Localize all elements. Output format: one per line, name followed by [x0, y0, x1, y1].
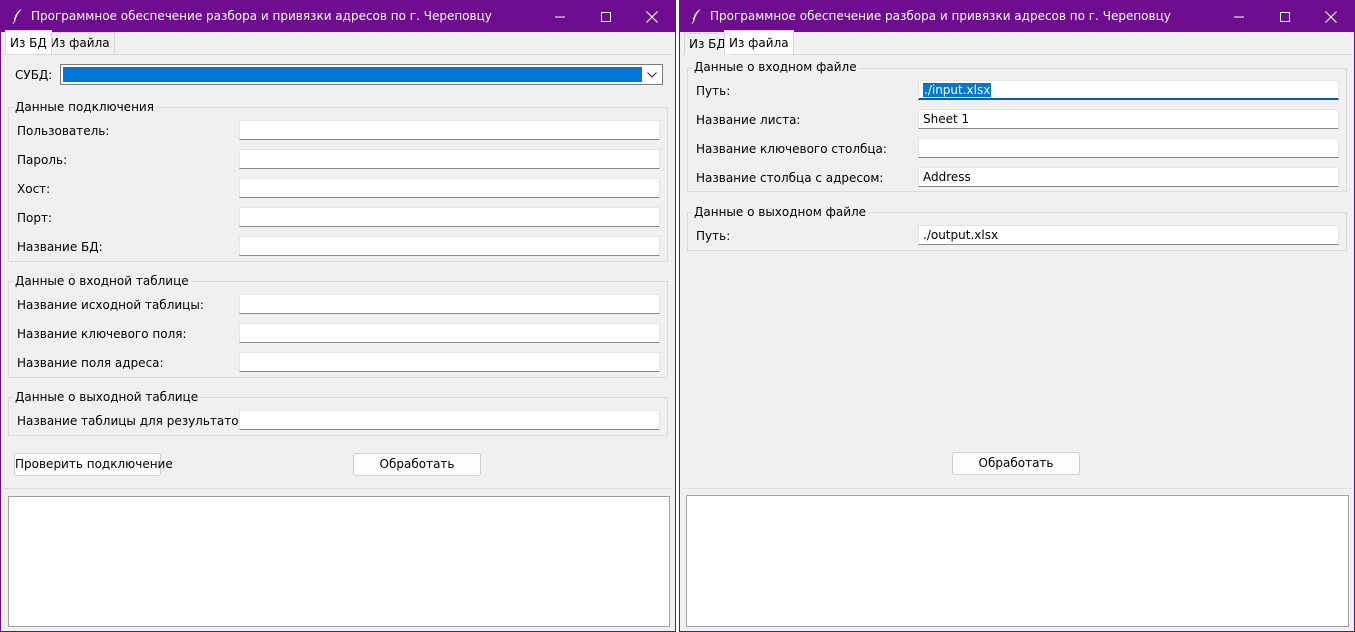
input-path-label: Путь: [696, 84, 731, 98]
minimize-icon [555, 16, 565, 17]
port-input[interactable] [239, 207, 660, 227]
log-output[interactable] [686, 495, 1349, 627]
address-column-label: Название столбца с адресом: [696, 171, 884, 185]
input-path-field[interactable]: ./input.xlsx [918, 80, 1339, 100]
process-button[interactable]: Обработать [353, 453, 481, 476]
user-label: Пользователь: [17, 124, 110, 138]
input-file-group-title: Данные о входном файле [692, 60, 859, 74]
user-input[interactable] [239, 120, 660, 140]
source-table-label: Название исходной таблицы: [17, 298, 204, 312]
key-column-input[interactable] [918, 138, 1339, 158]
title-bar[interactable]: Программное обеспечение разбора и привяз… [680, 1, 1354, 32]
password-label: Пароль: [17, 153, 68, 167]
password-input[interactable] [239, 149, 660, 169]
log-output[interactable] [8, 496, 670, 627]
close-button[interactable] [629, 1, 675, 32]
feather-icon [691, 9, 701, 24]
window-title: Программное обеспечение разбора и привяз… [31, 9, 492, 23]
key-field-label: Название ключевого поля: [17, 327, 187, 341]
tab-db[interactable]: Из БД [5, 30, 52, 54]
check-connection-button[interactable]: Проверить подключение [14, 453, 173, 476]
tab-bar: Из БД Из файла [3, 30, 673, 55]
feather-icon [12, 9, 22, 24]
key-column-label: Название ключевого столбца: [696, 142, 887, 156]
maximize-icon [1280, 11, 1290, 22]
separator [3, 488, 673, 489]
connection-group-title: Данные подключения [13, 100, 156, 114]
maximize-button[interactable] [583, 1, 629, 32]
dbname-label: Название БД: [17, 240, 103, 254]
key-field-input[interactable] [239, 323, 660, 343]
source-table-input[interactable] [239, 294, 660, 314]
port-label: Порт: [17, 211, 53, 225]
sheet-name-label: Название листа: [696, 113, 801, 127]
output-path-label: Путь: [696, 229, 731, 243]
window-title: Программное обеспечение разбора и привяз… [710, 9, 1171, 23]
window-db: Программное обеспечение разбора и привяз… [0, 0, 676, 632]
minimize-button[interactable] [1216, 1, 1262, 32]
input-table-group-title: Данные о входной таблице [13, 274, 191, 288]
process-button[interactable]: Обработать [952, 452, 1080, 475]
host-input[interactable] [239, 178, 660, 198]
address-field-input[interactable] [239, 352, 660, 372]
close-button[interactable] [1308, 1, 1354, 32]
address-field-label: Название поля адреса: [17, 356, 164, 370]
dbms-label: СУБД: [15, 68, 53, 82]
dbms-selected-value [63, 67, 642, 82]
close-icon [1325, 10, 1337, 23]
output-path-input[interactable]: ./output.xlsx [918, 225, 1339, 245]
input-path-value: ./input.xlsx [923, 83, 992, 97]
dbname-input[interactable] [239, 236, 660, 256]
output-table-group-title: Данные о выходной таблице [13, 390, 201, 404]
title-bar[interactable]: Программное обеспечение разбора и привяз… [1, 1, 675, 32]
address-column-input[interactable]: Address [918, 167, 1339, 187]
output-file-group-title: Данные о выходном файле [692, 205, 869, 219]
tab-file[interactable]: Из файла [45, 32, 115, 54]
sheet-name-input[interactable]: Sheet 1 [918, 109, 1339, 129]
dropdown-button[interactable] [644, 67, 660, 82]
chevron-down-icon [647, 71, 657, 78]
window-file: Программное обеспечение разбора и привяз… [679, 0, 1355, 632]
separator [682, 488, 1352, 489]
result-table-label: Название таблицы для результатов: [17, 414, 250, 428]
tab-bar: Из БД Из файла [682, 30, 1352, 55]
close-icon [646, 10, 658, 23]
maximize-icon [601, 11, 611, 22]
maximize-button[interactable] [1262, 1, 1308, 32]
minimize-button[interactable] [537, 1, 583, 32]
minimize-icon [1234, 16, 1244, 17]
tab-file[interactable]: Из файла [724, 30, 794, 54]
host-label: Хост: [17, 182, 51, 196]
result-table-input[interactable] [239, 410, 660, 430]
dbms-select[interactable] [60, 64, 663, 85]
